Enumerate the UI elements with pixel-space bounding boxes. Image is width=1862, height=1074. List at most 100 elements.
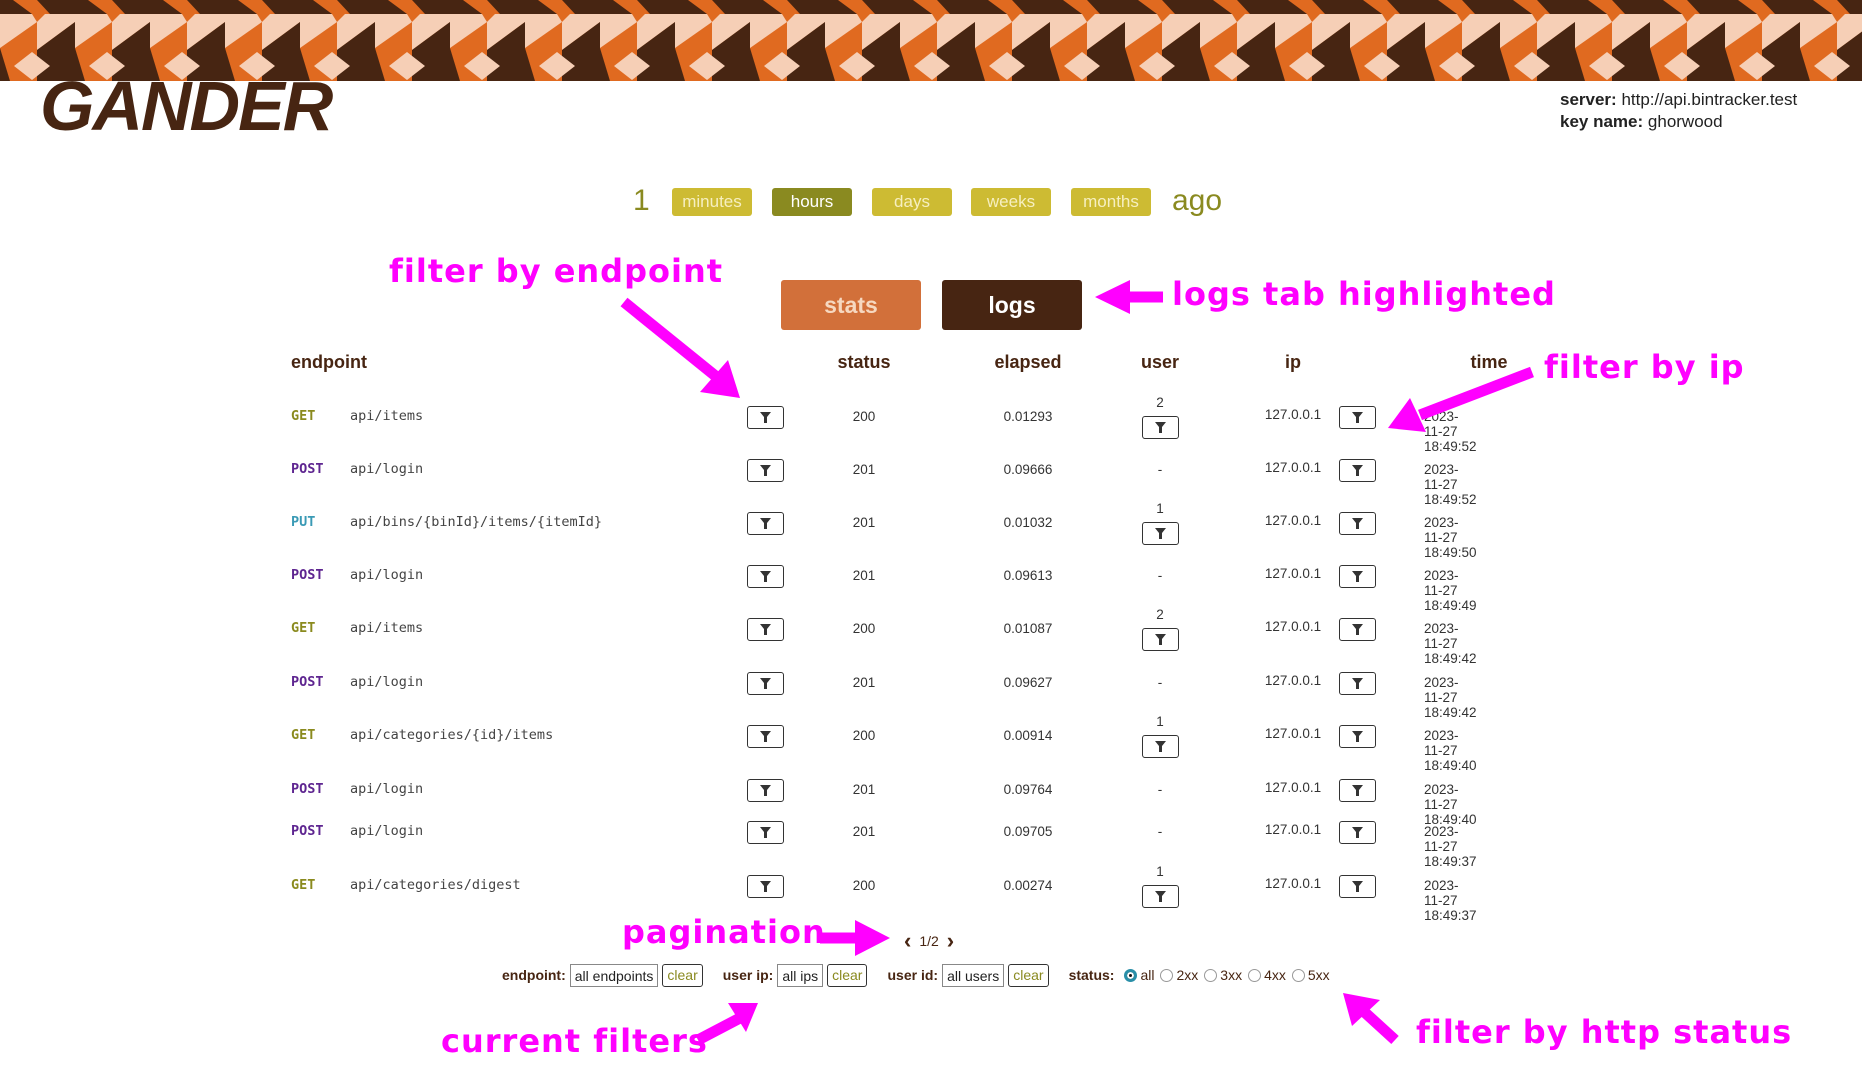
status-code: 201 xyxy=(852,462,876,477)
annotation-filter-status: filter by http status xyxy=(1416,1013,1793,1051)
elapsed-time: 0.01293 xyxy=(1003,409,1053,424)
status-option-label: 3xx xyxy=(1220,967,1243,983)
col-endpoint: endpoint xyxy=(291,352,367,372)
status-option-4xx[interactable]: 4xx xyxy=(1244,967,1286,983)
user-id: 2 xyxy=(1156,395,1164,410)
filter-user-button[interactable] xyxy=(1142,416,1179,439)
endpoint-path: api/items xyxy=(350,620,424,636)
method-label: PUT xyxy=(291,514,316,530)
annotation-current-filters: current filters xyxy=(441,1022,708,1060)
status-option-2xx[interactable]: 2xx xyxy=(1156,967,1198,983)
tab-logs[interactable]: logs xyxy=(942,280,1082,330)
filter-endpoint-button[interactable] xyxy=(747,725,784,748)
elapsed-time: 0.09627 xyxy=(1003,675,1053,690)
status-code: 200 xyxy=(852,409,876,424)
funnel-icon xyxy=(1352,518,1363,529)
prev-page-button[interactable]: ‹ xyxy=(904,928,911,954)
range-unit-months[interactable]: months xyxy=(1071,188,1151,216)
elapsed-time: 0.00274 xyxy=(1003,878,1053,893)
funnel-icon xyxy=(1352,827,1363,838)
endpoint-path: api/bins/{binId}/items/{itemId} xyxy=(350,514,602,530)
radio-button[interactable] xyxy=(1291,969,1305,982)
method-label: POST xyxy=(291,567,324,583)
clear-user-button[interactable]: clear xyxy=(1008,963,1049,987)
filter-ip-button[interactable] xyxy=(1339,821,1376,844)
radio-button[interactable] xyxy=(1248,969,1262,982)
radio-button[interactable] xyxy=(1160,969,1174,982)
status-code: 201 xyxy=(852,675,876,690)
status-option-label: 4xx xyxy=(1264,967,1286,983)
status-code: 200 xyxy=(852,878,876,893)
ip-address: 127.0.0.1 xyxy=(1264,566,1322,581)
current-filters: endpoint: all endpoints clear user ip: a… xyxy=(502,963,1332,987)
filter-endpoint-button[interactable] xyxy=(747,618,784,641)
funnel-icon xyxy=(760,571,771,582)
key-label: key name: xyxy=(1560,112,1644,131)
next-page-button[interactable]: › xyxy=(947,928,954,954)
funnel-icon xyxy=(1352,785,1363,796)
status-option-all[interactable]: all xyxy=(1120,967,1154,983)
status-filter-label: status: xyxy=(1068,967,1115,983)
filter-endpoint-button[interactable] xyxy=(747,565,784,588)
funnel-icon xyxy=(1352,571,1363,582)
endpoint-path: api/login xyxy=(350,674,424,690)
filter-ip-button[interactable] xyxy=(1339,618,1376,641)
funnel-icon xyxy=(760,624,771,635)
elapsed-time: 0.09764 xyxy=(1003,782,1053,797)
filter-user-button[interactable] xyxy=(1142,735,1179,758)
filter-ip-button[interactable] xyxy=(1339,875,1376,898)
ip-address: 127.0.0.1 xyxy=(1264,822,1322,837)
filter-endpoint-button[interactable] xyxy=(747,512,784,535)
method-label: GET xyxy=(291,620,316,636)
user-id: - xyxy=(1157,462,1163,477)
gander-logo: GANDER xyxy=(40,67,333,145)
status-option-label: 5xx xyxy=(1307,967,1330,983)
elapsed-time: 0.09666 xyxy=(1003,462,1053,477)
elapsed-time: 0.01087 xyxy=(1003,621,1053,636)
method-label: GET xyxy=(291,727,316,743)
status-code: 201 xyxy=(852,782,876,797)
filter-ip-button[interactable] xyxy=(1339,459,1376,482)
status-code: 201 xyxy=(852,568,876,583)
range-unit-minutes[interactable]: minutes xyxy=(672,188,752,216)
filter-ip-button[interactable] xyxy=(1339,406,1376,429)
filter-user-button[interactable] xyxy=(1142,885,1179,908)
arrow-endpoint xyxy=(620,297,722,383)
range-unit-hours[interactable]: hours xyxy=(772,188,852,216)
filter-endpoint-button[interactable] xyxy=(747,779,784,802)
filter-endpoint-button[interactable] xyxy=(747,406,784,429)
tab-stats[interactable]: stats xyxy=(781,280,921,330)
filter-endpoint-button[interactable] xyxy=(747,875,784,898)
clear-ip-button[interactable]: clear xyxy=(827,963,868,987)
timestamp: 2023-11-27 18:49:50 xyxy=(1424,515,1477,560)
timestamp: 2023-11-27 18:49:52 xyxy=(1424,462,1477,507)
user-filter-value: all users xyxy=(942,963,1005,987)
filter-endpoint-button[interactable] xyxy=(747,672,784,695)
filter-endpoint-button[interactable] xyxy=(747,821,784,844)
funnel-icon xyxy=(1352,465,1363,476)
server-info: server: http://api.bintracker.test xyxy=(1560,90,1797,110)
status-code: 200 xyxy=(852,621,876,636)
status-option-5xx[interactable]: 5xx xyxy=(1288,967,1330,983)
endpoint-path: api/items xyxy=(350,408,424,424)
filter-user-button[interactable] xyxy=(1142,628,1179,651)
filter-ip-button[interactable] xyxy=(1339,512,1376,535)
range-unit-days[interactable]: days xyxy=(872,188,952,216)
filter-endpoint-button[interactable] xyxy=(747,459,784,482)
funnel-icon xyxy=(1352,412,1363,423)
filter-ip-button[interactable] xyxy=(1339,779,1376,802)
endpoint-path: api/categories/digest xyxy=(350,877,521,893)
status-option-3xx[interactable]: 3xx xyxy=(1200,967,1242,983)
radio-button[interactable] xyxy=(1204,969,1218,982)
funnel-icon xyxy=(1155,528,1166,539)
timestamp: 2023-11-27 18:49:37 xyxy=(1424,878,1477,923)
clear-endpoint-button[interactable]: clear xyxy=(662,963,703,987)
filter-ip-button[interactable] xyxy=(1339,725,1376,748)
filter-ip-button[interactable] xyxy=(1339,672,1376,695)
filter-user-button[interactable] xyxy=(1142,522,1179,545)
range-unit-weeks[interactable]: weeks xyxy=(971,188,1051,216)
range-value[interactable]: 1 xyxy=(633,184,650,218)
filter-ip-button[interactable] xyxy=(1339,565,1376,588)
radio-button[interactable] xyxy=(1124,969,1138,982)
ip-address: 127.0.0.1 xyxy=(1264,407,1322,422)
